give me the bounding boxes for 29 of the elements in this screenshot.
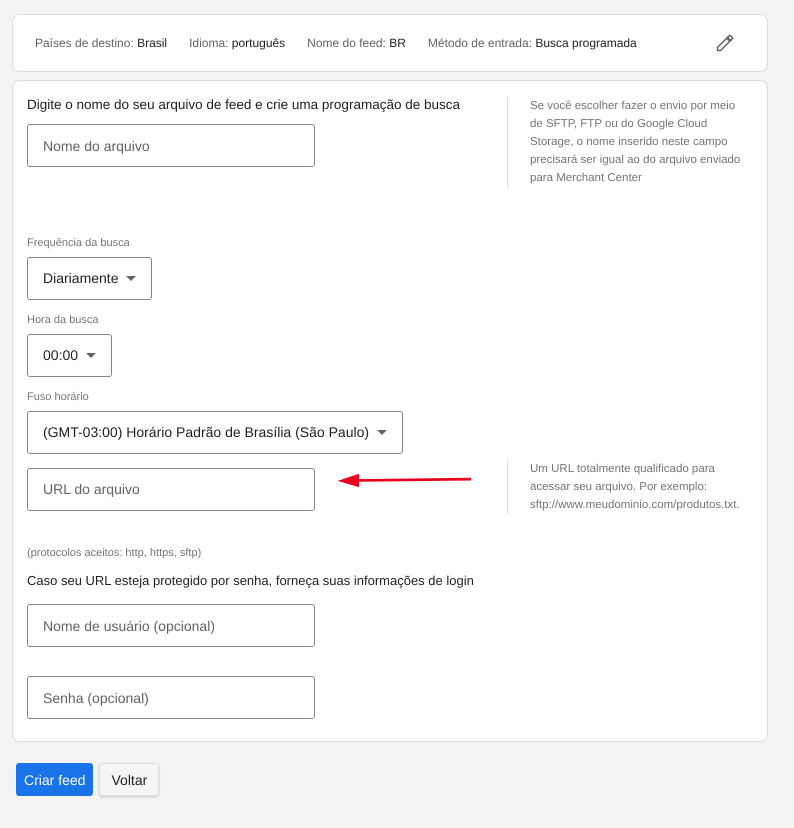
create-button[interactable]: Criar feed (16, 763, 94, 796)
hint-text: (protocolos aceitos: http, https, sftp) (27, 547, 202, 559)
summary-label: Idioma: (189, 36, 228, 50)
help-text: Um URL totalmente qualificado para acessar seu arquivo. Por exemplo: sftp://www.meudominio.com/produtos.txt. (507, 460, 750, 514)
summary-value: Busca programada (535, 36, 637, 50)
summary-label: Países de destino: (35, 36, 134, 50)
summary-value: Brasil (137, 36, 168, 50)
field-label: Frequência da busca (27, 236, 131, 248)
caret-icon (126, 276, 136, 280)
input-field[interactable]: Nome do arquivo (27, 124, 315, 167)
caret-icon (86, 352, 96, 358)
caret-icon (377, 430, 388, 434)
back-button[interactable]: Voltar (99, 763, 160, 796)
section-heading: Caso seu URL esteja protegido por senha, forneça suas informações de login (27, 573, 475, 588)
section-heading: Digite o nome do seu arquivo de feed e crie uma programação de busca (27, 97, 462, 112)
edit-icon[interactable] (715, 33, 735, 53)
input-field[interactable]: URL do arquivo (27, 468, 315, 510)
dropdown[interactable]: (GMT-03:00) Horário Padrão de Brasília (São Paulo) (27, 410, 404, 454)
help-text: Se você escolher fazer o envio por meio de SFTP, FTP ou do Google Cloud Storage, o nome inserido neste campo precisará ser igual ao do arquivo enviado para Merchant Center (507, 97, 750, 187)
input-field[interactable]: Nome de usuário (opcional) (27, 604, 315, 647)
dropdown[interactable]: Diariamente (27, 256, 152, 300)
summary-value: BR (389, 36, 406, 50)
summary-value: português (232, 36, 286, 50)
dropdown[interactable]: 00:00 (27, 334, 112, 376)
field-label: Fuso horário (27, 390, 90, 402)
input-field[interactable]: Senha (opcional) (27, 676, 315, 719)
summary-label: Método de entrada: (428, 36, 532, 50)
field-label: Hora da busca (27, 314, 100, 326)
summary-label: Nome do feed: (307, 36, 386, 50)
